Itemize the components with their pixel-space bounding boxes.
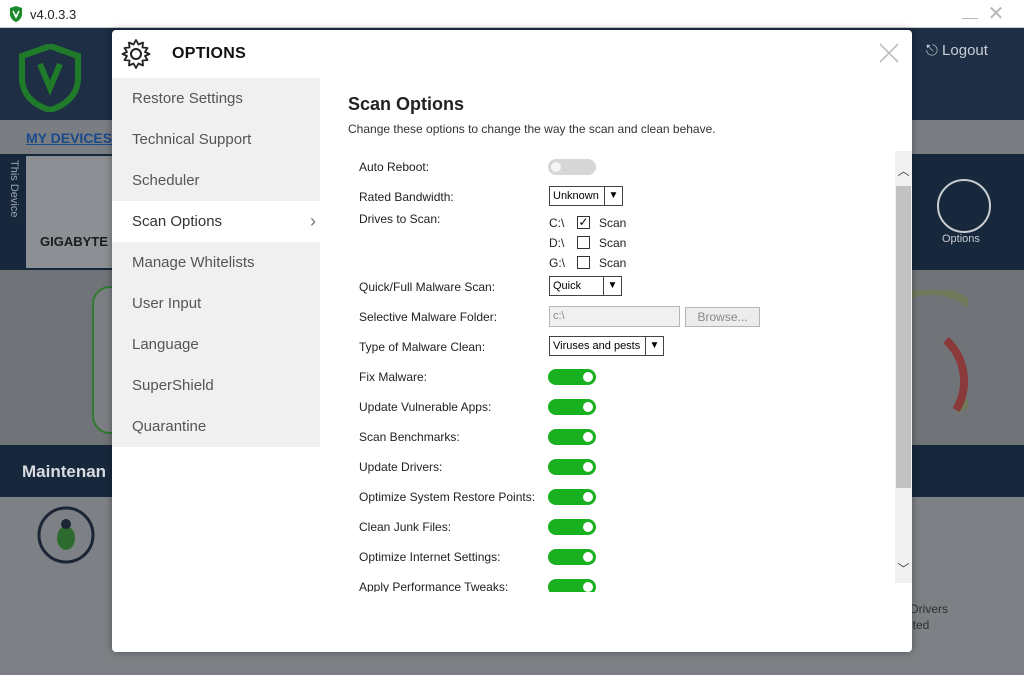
sidebar-item-label: User Input: [132, 295, 202, 312]
optimize-restore-points-label: Optimize System Restore Points:: [359, 490, 536, 504]
auto-reboot-label: Auto Reboot:: [359, 160, 430, 174]
sidebar-item-label: Quarantine: [132, 418, 207, 435]
device-card[interactable]: [26, 156, 116, 268]
drive-g-checkbox[interactable]: [577, 256, 590, 269]
drives-to-scan-label: Drives to Scan:: [359, 212, 441, 226]
minimize-button[interactable]: [958, 4, 980, 24]
my-devices-link[interactable]: MY DEVICES: [26, 130, 112, 146]
update-vulnerable-apps-toggle[interactable]: [548, 399, 596, 415]
drive-letter-d: D:\: [549, 236, 565, 250]
drivers-status: Drivers ited: [910, 601, 948, 633]
drive-letter-c: C:\: [549, 216, 565, 230]
update-drivers-label: Update Drivers:: [359, 460, 443, 474]
section-description: Change these options to change the way t…: [348, 122, 716, 136]
fix-malware-label: Fix Malware:: [359, 370, 428, 384]
scrollbar-thumb[interactable]: [896, 186, 911, 488]
options-sliders-icon[interactable]: [937, 179, 991, 233]
chevron-right-icon: ›: [310, 211, 316, 231]
sidebar-item-user-input[interactable]: User Input: [112, 283, 320, 324]
logout-button[interactable]: ⎋ Logout: [926, 42, 988, 59]
chevron-up-icon[interactable]: ︿: [895, 161, 912, 181]
malware-scan-select[interactable]: Quick ▼: [549, 276, 622, 296]
scan-benchmarks-label: Scan Benchmarks:: [359, 430, 460, 444]
malware-folder-label: Selective Malware Folder:: [359, 310, 498, 324]
options-sidebar: Restore Settings Technical Support Sched…: [112, 78, 320, 447]
sidebar-item-language[interactable]: Language: [112, 324, 320, 365]
chevron-down-icon: ▼: [603, 277, 621, 295]
sidebar-item-scan-options[interactable]: Scan Options ›: [112, 201, 320, 242]
bug-icon: [37, 506, 95, 564]
drivers-line-1: Drivers: [910, 602, 948, 616]
browse-button[interactable]: Browse...: [685, 307, 760, 327]
sidebar-item-label: Manage Whitelists: [132, 254, 255, 271]
sidebar-item-label: Scheduler: [132, 172, 200, 189]
modal-title: OPTIONS: [172, 45, 247, 62]
scan-benchmarks-toggle[interactable]: [548, 429, 596, 445]
sidebar-item-label: Scan Options: [132, 213, 223, 230]
app-window: v4.0.3.3 ✕ ⎋ Logout MY DEVICES This Devi…: [0, 0, 1024, 675]
options-label: Options: [942, 233, 980, 245]
sidebar-item-scheduler[interactable]: Scheduler: [112, 160, 320, 201]
apply-performance-tweaks-toggle[interactable]: [548, 579, 596, 592]
clean-junk-files-label: Clean Junk Files:: [359, 520, 452, 534]
sidebar-item-manage-whitelists[interactable]: Manage Whitelists: [112, 242, 320, 283]
chevron-down-icon: ▼: [604, 187, 622, 205]
optimize-internet-settings-toggle[interactable]: [548, 549, 596, 565]
malware-scan-value: Quick: [553, 280, 582, 292]
fix-malware-toggle[interactable]: [548, 369, 596, 385]
drive-c-scan-label: Scan: [599, 216, 627, 230]
sidebar-item-label: Language: [132, 336, 199, 353]
gear-icon: [121, 39, 151, 69]
update-vulnerable-apps-label: Update Vulnerable Apps:: [359, 400, 492, 414]
window-close-button[interactable]: ✕: [986, 4, 1006, 24]
drive-d-checkbox[interactable]: [577, 236, 590, 249]
sidebar-item-label: SuperShield: [132, 377, 214, 394]
logout-label: Logout: [942, 42, 988, 59]
rated-bandwidth-label: Rated Bandwidth:: [359, 190, 454, 204]
brand-shield-icon: [19, 44, 81, 112]
malware-clean-value: Viruses and pests: [553, 340, 641, 352]
sidebar-item-label: Restore Settings: [132, 90, 243, 107]
shield-logo-icon: [10, 6, 22, 22]
clipped-row: Apply Performance Tweaks:: [112, 570, 892, 592]
maintenance-label: Maintenan: [22, 462, 107, 481]
window-titlebar: v4.0.3.3 ✕: [0, 0, 1024, 28]
section-title: Scan Options: [348, 94, 465, 114]
chevron-down-icon[interactable]: ﹀: [895, 559, 912, 579]
drive-letter-g: G:\: [549, 256, 566, 270]
optimize-internet-settings-label: Optimize Internet Settings:: [359, 550, 501, 564]
close-icon[interactable]: [878, 42, 900, 64]
apply-performance-tweaks-label: Apply Performance Tweaks:: [359, 580, 509, 592]
sidebar-item-restore-settings[interactable]: Restore Settings: [112, 78, 320, 119]
content-scrollbar[interactable]: ︿ ﹀: [895, 151, 912, 583]
sidebar-item-label: Technical Support: [132, 131, 252, 148]
sidebar-item-quarantine[interactable]: Quarantine: [112, 406, 320, 447]
drive-g-scan-label: Scan: [599, 256, 627, 270]
clean-junk-files-toggle[interactable]: [548, 519, 596, 535]
optimize-restore-points-toggle[interactable]: [548, 489, 596, 505]
auto-reboot-toggle[interactable]: [548, 159, 596, 175]
device-name: GIGABYTE: [40, 234, 108, 249]
update-drivers-toggle[interactable]: [548, 459, 596, 475]
this-device-label: This Device: [8, 160, 20, 218]
app-version: v4.0.3.3: [30, 7, 77, 22]
malware-folder-input[interactable]: c:\: [549, 306, 680, 327]
sidebar-item-technical-support[interactable]: Technical Support: [112, 119, 320, 160]
malware-clean-select[interactable]: Viruses and pests ▼: [549, 336, 664, 356]
options-modal: OPTIONS Restore Settings Technical Suppo…: [112, 30, 912, 652]
sidebar-item-supershield[interactable]: SuperShield: [112, 365, 320, 406]
drive-d-scan-label: Scan: [599, 236, 627, 250]
malware-scan-label: Quick/Full Malware Scan:: [359, 280, 496, 294]
rated-bandwidth-select[interactable]: Unknown ▼: [549, 186, 623, 206]
malware-clean-label: Type of Malware Clean:: [359, 340, 486, 354]
rated-bandwidth-value: Unknown: [553, 190, 599, 202]
drive-c-checkbox[interactable]: ✓: [577, 216, 590, 229]
chevron-down-icon: ▼: [645, 337, 663, 355]
drivers-line-2: ited: [910, 618, 930, 632]
